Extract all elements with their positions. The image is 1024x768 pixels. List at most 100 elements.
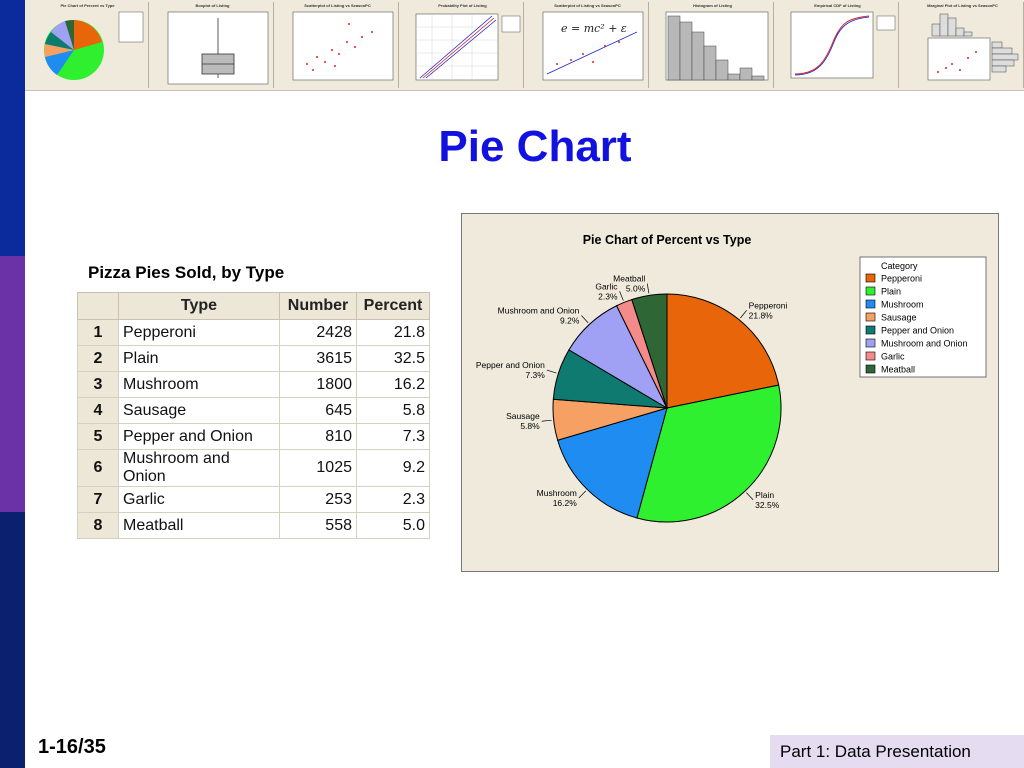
slice-value-label: 21.8% bbox=[749, 310, 774, 320]
slice-leader-line bbox=[578, 490, 587, 499]
legend-swatch bbox=[865, 338, 876, 348]
legend-label: Garlic bbox=[881, 352, 905, 362]
cell-type: Meatball bbox=[118, 512, 280, 539]
cell-type: Pepperoni bbox=[118, 319, 280, 346]
cell-percent: 7.3 bbox=[356, 423, 430, 450]
slice-leader-line bbox=[646, 283, 650, 294]
thumbnail-regression-graphic: e = mc² + ε bbox=[542, 11, 644, 81]
slice-value-label: 16.2% bbox=[553, 498, 578, 508]
legend-swatch bbox=[865, 351, 876, 361]
pie-chart-panel: Pie Chart of Percent vs Type Pepperoni 21… bbox=[461, 213, 999, 572]
legend-swatch bbox=[865, 299, 876, 309]
cell-number: 1025 bbox=[279, 449, 357, 487]
legend-label: Mushroom bbox=[881, 300, 924, 310]
slice-label: Plain bbox=[755, 490, 774, 500]
legend-label: Sausage bbox=[881, 313, 917, 323]
cell-percent: 5.8 bbox=[356, 397, 430, 424]
thumbnail-histogram: Histogram of Listing bbox=[652, 2, 774, 88]
slice-leader-line bbox=[541, 419, 552, 422]
slice-label: Pepper and Onion bbox=[476, 360, 545, 370]
slice-leader-line bbox=[619, 291, 624, 301]
thumbnail-histogram-graphic bbox=[665, 11, 769, 81]
legend-label: Mushroom and Onion bbox=[881, 339, 968, 349]
thumbnail-marginal-graphic bbox=[927, 13, 1019, 81]
thumbnail-marginal-plot: Marginal Plot of Listing vs SeasonPC bbox=[902, 2, 1024, 88]
header-percent: Percent bbox=[356, 292, 430, 320]
table-row: 5 Pepper and Onion 810 7.3 bbox=[77, 423, 430, 450]
row-index: 2 bbox=[77, 345, 119, 372]
pizza-sales-table: Type Number Percent 1 Pepperoni 2428 21.… bbox=[77, 292, 430, 539]
slice-leader-line bbox=[546, 369, 557, 374]
cell-number: 1800 bbox=[279, 371, 357, 398]
stripe-segment-blue bbox=[0, 0, 25, 256]
slice-value-label: 9.2% bbox=[560, 316, 580, 326]
thumbnail-boxplot: Boxplot of Listing bbox=[152, 2, 274, 88]
table-row: 7 Garlic 253 2.3 bbox=[77, 486, 430, 513]
thumbnail-cdf-graphic bbox=[790, 11, 896, 79]
chart-title: Pie Chart of Percent vs Type bbox=[583, 233, 752, 247]
table-row: 1 Pepperoni 2428 21.8 bbox=[77, 319, 430, 346]
cell-type: Pepper and Onion bbox=[118, 423, 280, 450]
stripe-segment-purple bbox=[0, 256, 25, 512]
cell-percent: 32.5 bbox=[356, 345, 430, 372]
cell-number: 558 bbox=[279, 512, 357, 539]
cell-percent: 16.2 bbox=[356, 371, 430, 398]
cell-type: Mushroom bbox=[118, 371, 280, 398]
row-index: 7 bbox=[77, 486, 119, 513]
thumbnail-probability-graphic bbox=[415, 13, 521, 81]
legend-label: Plain bbox=[881, 287, 901, 297]
row-index: 1 bbox=[77, 319, 119, 346]
header-type: Type bbox=[118, 292, 280, 320]
legend-swatch bbox=[865, 325, 876, 335]
cell-percent: 9.2 bbox=[356, 449, 430, 487]
legend-swatch bbox=[865, 364, 876, 374]
table-caption: Pizza Pies Sold, by Type bbox=[88, 263, 285, 282]
cell-percent: 21.8 bbox=[356, 319, 430, 346]
slice-leader-line bbox=[740, 310, 747, 319]
row-index: 8 bbox=[77, 512, 119, 539]
cell-number: 3615 bbox=[279, 345, 357, 372]
slice-leader-line bbox=[581, 315, 589, 324]
legend-label: Pepperoni bbox=[881, 274, 922, 284]
cell-number: 645 bbox=[279, 397, 357, 424]
cell-type: Plain bbox=[118, 345, 280, 372]
slice-value-label: 5.8% bbox=[520, 421, 540, 431]
legend-title: Category bbox=[881, 261, 918, 271]
thumbnail-pie-graphic bbox=[27, 8, 148, 88]
thumbnail-scatterplot: Scatterplot of Listing vs SeasonPC bbox=[277, 2, 399, 88]
thumbnail-equation: e = mc² + ε bbox=[561, 22, 627, 35]
legend-label: Meatball bbox=[881, 365, 915, 375]
slice-value-label: 7.3% bbox=[525, 370, 545, 380]
stripe-segment-navy bbox=[0, 512, 25, 768]
slice-label: Pepperoni bbox=[749, 300, 788, 310]
pie-chart: Pie Chart of Percent vs Type Pepperoni21… bbox=[476, 233, 987, 523]
cell-percent: 2.3 bbox=[356, 486, 430, 513]
slice-value-label: 2.3% bbox=[598, 291, 618, 301]
cell-number: 253 bbox=[279, 486, 357, 513]
row-index: 3 bbox=[77, 371, 119, 398]
slice-leader-line bbox=[746, 492, 754, 501]
row-index: 5 bbox=[77, 423, 119, 450]
legend-swatch bbox=[865, 273, 876, 283]
row-index: 4 bbox=[77, 397, 119, 424]
section-label: Part 1: Data Presentation bbox=[770, 735, 1024, 768]
table-row: 8 Meatball 558 5.0 bbox=[77, 512, 430, 539]
legend-label: Pepper and Onion bbox=[881, 326, 954, 336]
table-row: 6 Mushroom and Onion 1025 9.2 bbox=[77, 449, 430, 487]
cell-number: 810 bbox=[279, 423, 357, 450]
thumbnail-scatter-graphic bbox=[292, 11, 394, 81]
thumbnail-regression-plot: Scatterplot of Listing vs SeasonPC e = m… bbox=[527, 2, 649, 88]
slice-label: Mushroom and Onion bbox=[498, 306, 580, 316]
legend-swatch bbox=[865, 312, 876, 322]
slice-value-label: 32.5% bbox=[755, 500, 780, 510]
slice-label: Meatball bbox=[613, 274, 645, 284]
thumbnail-banner: Pie Chart of Percent vs Type Boxplot of … bbox=[25, 0, 1024, 91]
legend-swatch bbox=[865, 286, 876, 296]
legend-box bbox=[859, 256, 987, 378]
thumbnail-probability-plot: Probability Plot of Listing bbox=[402, 2, 524, 88]
slice-label: Sausage bbox=[506, 411, 540, 421]
table-header-row: Type Number Percent bbox=[77, 292, 430, 320]
thumbnail-boxplot-graphic bbox=[167, 11, 269, 85]
slice-value-label: 5.0% bbox=[626, 284, 646, 294]
thumbnail-cdf: Empirical CDF of Listing bbox=[777, 2, 899, 88]
